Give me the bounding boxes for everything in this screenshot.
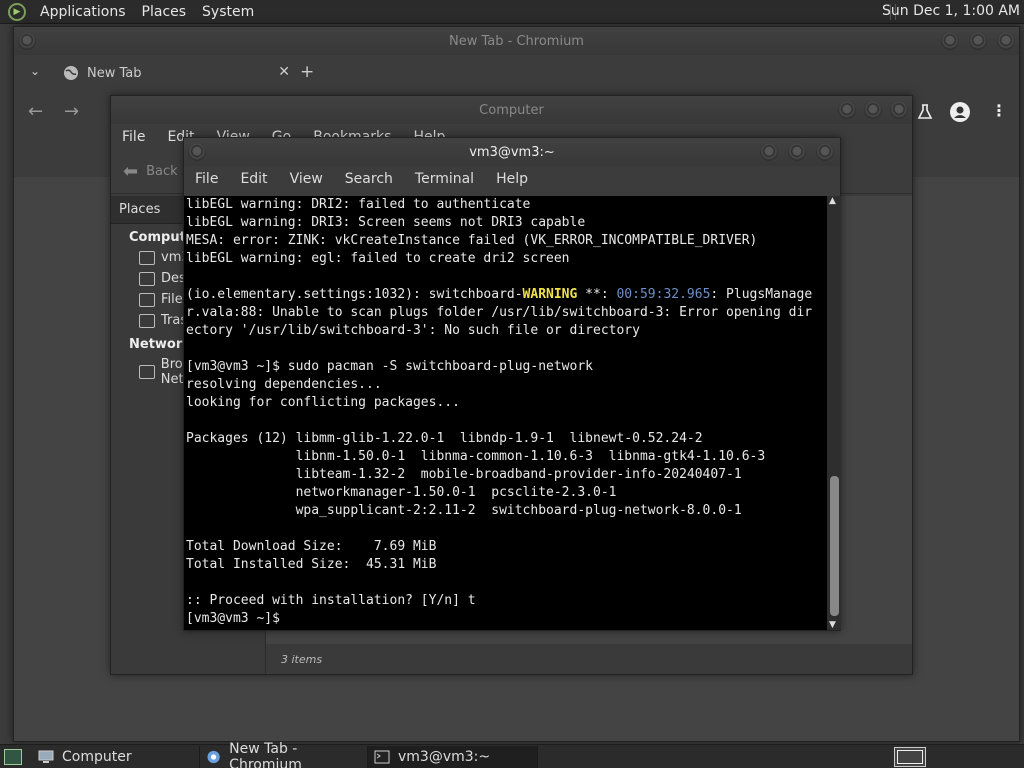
new-tab-plus-icon[interactable]: + [300,62,314,82]
back-arrow-icon[interactable]: ← [28,101,43,122]
maximize-button[interactable] [864,101,882,119]
menu-search[interactable]: Search [334,171,404,187]
minimize-button[interactable] [760,143,778,161]
terminal-line: looking for conflicting packages... [186,395,460,410]
menu-edit[interactable]: Edit [229,171,278,187]
close-button[interactable] [816,143,834,161]
menu-terminal[interactable]: Terminal [404,171,485,187]
window-menu-button[interactable] [188,143,206,161]
menu-applications[interactable]: Applications [32,4,134,20]
profile-avatar-icon[interactable] [950,102,970,122]
distro-logo-icon[interactable]: ▶ [8,2,26,21]
show-desktop-icon[interactable] [4,749,22,765]
menu-places[interactable]: Places [134,4,195,20]
menu-file[interactable]: File [184,171,229,187]
scroll-down-arrow-icon[interactable]: ▼ [829,620,836,630]
kebab-menu-icon[interactable]: ⋮ [991,101,1007,120]
tab-new-tab[interactable]: New Tab ✕ [58,55,290,91]
menu-file[interactable]: File [111,129,156,145]
terminal-line: Packages (12) libmm-glib-1.22.0-1 libndp… [186,431,703,446]
terminal-line: wpa_supplicant-2:2.11-2 switchboard-plug… [186,503,742,518]
terminal-line: Total Download Size: 7.69 MiB [186,539,437,554]
home-folder-icon [139,250,155,265]
minimize-button[interactable] [838,101,856,119]
terminal-line: libnm-1.50.0-1 libnma-common-1.10.6-3 li… [186,449,766,464]
terminal-icon [374,750,390,764]
close-button[interactable] [997,32,1015,50]
terminal-line: libEGL warning: DRI3: Screen seems not D… [186,215,586,230]
file-manager-title: Computer [479,102,544,118]
terminal-line: libteam-1.32-2 mobile-broadband-provider… [186,467,742,482]
forward-arrow-icon[interactable]: → [64,101,79,122]
terminal-title: vm3@vm3:~ [469,144,555,160]
close-tab-icon[interactable]: ✕ [278,64,290,80]
back-arrow-icon[interactable]: ⬅ [123,161,138,182]
task-computer[interactable]: Computer [32,746,200,768]
tab-label: New Tab [87,65,142,81]
minimize-button[interactable] [941,32,959,50]
terminal-menubar: File Edit View Search Terminal Help [184,166,840,192]
bottom-panel: Computer New Tab - Chromium vm3@vm3:~ [0,741,1024,768]
maximize-button[interactable] [788,143,806,161]
labs-flask-icon[interactable] [916,103,934,121]
task-terminal[interactable]: vm3@vm3:~ [368,746,538,768]
terminal-line: libEGL warning: DRI2: failed to authenti… [186,197,531,212]
back-button[interactable]: Back [146,164,178,179]
tab-strip: ⌄ New Tab ✕ + [14,55,1019,91]
menu-view[interactable]: View [279,171,334,187]
terminal-line: libEGL warning: egl: failed to create dr… [186,251,570,266]
desktop-icon [139,271,155,286]
close-button[interactable] [890,101,908,119]
terminal-line: networkmanager-1.50.0-1 pcsclite-2.3.0-1 [186,485,617,500]
globe-icon [64,66,78,80]
chromium-titlebar[interactable]: New Tab - Chromium [14,27,1019,55]
maximize-button[interactable] [969,32,987,50]
scrollbar-thumb[interactable] [830,476,839,616]
terminal-line: r.vala:88: Unable to scan plugs folder /… [186,305,813,320]
computer-icon [38,750,54,763]
terminal-titlebar[interactable]: vm3@vm3:~ [184,138,840,166]
network-icon [139,365,155,379]
status-bar: 3 items [266,644,912,674]
terminal-line: ectory '/usr/lib/switchboard-3': No such… [186,323,640,338]
terminal-line: resolving dependencies... [186,377,382,392]
clock[interactable]: Sun Dec 1, 1:00 AM [882,3,1020,19]
window-menu-button[interactable] [18,32,36,50]
terminal-line: Total Installed Size: 45.31 MiB [186,557,437,572]
file-manager-titlebar[interactable]: Computer [111,96,912,124]
terminal-line: MESA: error: ZINK: vkCreateInstance fail… [186,233,758,248]
task-chromium[interactable]: New Tab - Chromium [200,741,368,768]
terminal-scrollbar[interactable]: ▲ ▼ [827,196,841,630]
filesystem-icon [139,292,155,307]
terminal-output[interactable]: libEGL warning: DRI2: failed to authenti… [184,196,827,630]
workspace-switcher[interactable] [894,747,926,767]
terminal-line: :: Proceed with installation? [Y/n] t [186,593,476,608]
terminal-warning-line: (io.elementary.settings:1032): switchboa… [186,287,813,302]
tab-search-chevron-icon[interactable]: ⌄ [30,64,40,78]
terminal-prompt-line: [vm3@vm3 ~]$ [186,611,280,626]
chromium-icon [207,750,220,764]
scroll-up-arrow-icon[interactable]: ▲ [829,196,836,206]
menu-system[interactable]: System [194,4,262,20]
chromium-title: New Tab - Chromium [449,33,584,49]
terminal-line: [vm3@vm3 ~]$ sudo pacman -S switchboard-… [186,359,593,374]
terminal-window: vm3@vm3:~ File Edit View Search Terminal… [183,137,841,631]
menu-help[interactable]: Help [485,171,539,187]
trash-icon [139,313,155,328]
top-panel: ▶ Applications Places System Sun Dec 1, … [0,0,1024,24]
